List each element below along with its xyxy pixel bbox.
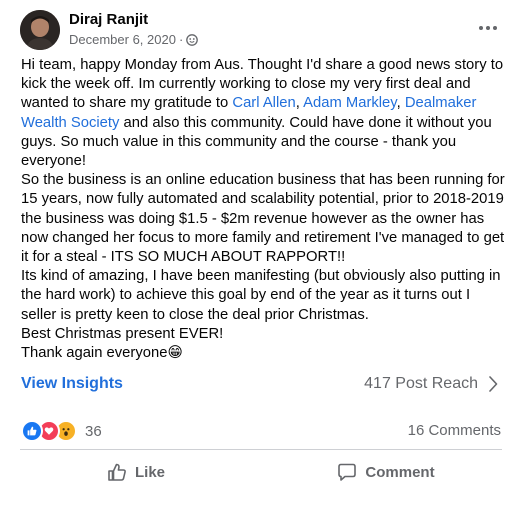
more-options-icon[interactable]	[476, 16, 500, 40]
like-label: Like	[134, 463, 165, 481]
comments-count[interactable]: 16 Comments	[408, 422, 501, 439]
post-paragraph-3: Its kind of amazing, I have been manifes…	[21, 268, 501, 323]
post-text: ,	[396, 95, 405, 112]
author-avatar[interactable]	[20, 10, 60, 50]
view-insights-link[interactable]: View Insights	[21, 375, 123, 393]
post-paragraph-1: Hi team, happy Monday from Aus. Thought …	[21, 56, 507, 171]
post-text: ,	[295, 95, 304, 112]
chevron-right-icon	[489, 376, 498, 392]
post-text: Thank again everyone	[21, 345, 168, 362]
post-date[interactable]: December 6, 2020	[69, 32, 176, 47]
like-icon	[21, 420, 43, 442]
mention-carl-allen[interactable]: Carl Allen	[232, 95, 295, 111]
post-body: Hi team, happy Monday from Aus. Thought …	[21, 56, 507, 363]
avatar-photo	[20, 10, 60, 50]
like-button[interactable]: Like	[20, 452, 252, 492]
reactions-summary[interactable]: 36	[21, 420, 102, 442]
comment-icon	[338, 463, 357, 481]
audience-icon[interactable]	[186, 33, 199, 46]
comment-button[interactable]: Comment	[270, 452, 502, 492]
post-card: Diraj Ranjit December 6, 2020 · Hi team,…	[0, 0, 522, 512]
post-paragraph-5: Thank again everyone😁	[21, 344, 507, 363]
divider	[20, 449, 502, 450]
post-reach[interactable]: 417 Post Reach	[364, 375, 498, 393]
meta-separator: ·	[178, 32, 184, 47]
thumbs-up-icon	[108, 463, 126, 481]
post-meta: December 6, 2020 ·	[69, 32, 199, 47]
mention-adam-markley[interactable]: Adam Markley	[303, 95, 396, 111]
post-paragraph-4: Best Christmas present EVER!	[21, 325, 224, 342]
reaction-count: 36	[85, 422, 102, 440]
grin-emoji: 😁	[167, 345, 183, 362]
comment-label: Comment	[365, 463, 435, 481]
post-reach-label: 417 Post Reach	[364, 375, 478, 392]
author-name[interactable]: Diraj Ranjit	[69, 11, 148, 28]
post-paragraph-2: So the business is an online education b…	[21, 172, 505, 266]
